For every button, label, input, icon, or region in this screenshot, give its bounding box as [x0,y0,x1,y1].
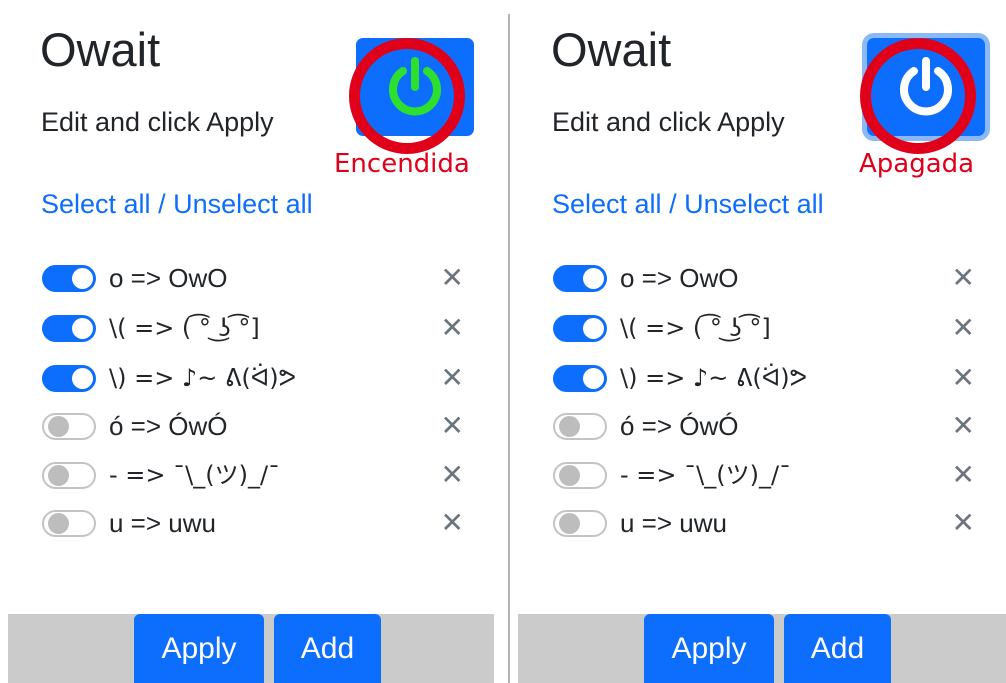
rule-toggle[interactable] [553,315,607,342]
rule-row: \) => ♪~ ᕕ(ᐛ)ᕗ ✕ [553,354,993,402]
rule-text: u => uwu [109,508,216,538]
rule-text: \( => ( ͡° ͜ʖ ͡°] [620,314,771,342]
rule-text: \) => ♪~ ᕕ(ᐛ)ᕗ [109,364,297,392]
rule-text: \) => ♪~ ᕕ(ᐛ)ᕗ [620,364,808,392]
rule-toggle[interactable] [553,462,607,489]
panel-divider [508,14,510,683]
rule-text: ó => ÓwÓ [109,411,228,441]
rule-toggle[interactable] [42,265,96,292]
rule-text: o => OwO [109,263,228,293]
select-all-link[interactable]: Select all [552,189,662,219]
delete-rule-icon[interactable]: ✕ [441,310,464,346]
toggle-knob [48,465,69,486]
add-button[interactable]: Add [784,614,891,683]
delete-rule-icon[interactable]: ✕ [441,408,464,444]
apply-button[interactable]: Apply [134,614,264,683]
delete-rule-icon[interactable]: ✕ [441,260,464,296]
app-title: Owait [551,23,672,76]
rule-row: - => ¯\_(ツ)_/¯ ✕ [42,451,482,499]
highlight-circle [349,38,465,154]
delete-rule-icon[interactable]: ✕ [441,505,464,541]
rule-toggle[interactable] [42,462,96,489]
toggle-knob [559,416,580,437]
footer-bar: Apply Add [8,614,494,683]
highlight-circle [860,38,976,154]
delete-rule-icon[interactable]: ✕ [952,408,975,444]
rule-row: ó => ÓwÓ ✕ [42,402,482,450]
toggle-knob [72,368,93,389]
delete-rule-icon[interactable]: ✕ [952,360,975,396]
toggle-knob [72,318,93,339]
delete-rule-icon[interactable]: ✕ [952,505,975,541]
popup-panel-off: Owait Edit and click Apply Apagada Select a… [511,0,1006,683]
apply-button[interactable]: Apply [644,614,774,683]
delete-rule-icon[interactable]: ✕ [952,260,975,296]
rule-text: - => ¯\_(ツ)_/¯ [109,461,281,489]
delete-rule-icon[interactable]: ✕ [441,360,464,396]
unselect-all-link[interactable]: Unselect all [173,189,313,219]
rule-row: u => uwu ✕ [42,499,482,547]
toggle-knob [583,318,604,339]
rule-toggle[interactable] [42,365,96,392]
selection-links: Select all / Unselect all [41,186,313,222]
footer-bar: Apply Add [518,614,1006,683]
rule-text: \( => ( ͡° ͜ʖ ͡°] [109,314,260,342]
rule-toggle[interactable] [553,510,607,537]
select-all-link[interactable]: Select all [41,189,151,219]
rule-row: \( => ( ͡° ͜ʖ ͡°] ✕ [42,304,482,352]
app-title: Owait [40,23,161,76]
delete-rule-icon[interactable]: ✕ [441,457,464,493]
rule-toggle[interactable] [553,265,607,292]
toggle-knob [583,268,604,289]
rule-toggle[interactable] [42,315,96,342]
popup-panel-on: Owait Edit and click Apply Encendida Select… [0,0,508,683]
rule-row: ó => ÓwÓ ✕ [553,402,993,450]
delete-rule-icon[interactable]: ✕ [952,310,975,346]
rule-row: \( => ( ͡° ͜ʖ ͡°] ✕ [553,304,993,352]
rule-toggle[interactable] [42,510,96,537]
add-button[interactable]: Add [274,614,381,683]
rule-row: u => uwu ✕ [553,499,993,547]
status-annotation: Encendida [334,149,470,179]
rule-row: - => ¯\_(ツ)_/¯ ✕ [553,451,993,499]
unselect-all-link[interactable]: Unselect all [684,189,824,219]
rule-toggle[interactable] [553,413,607,440]
rule-toggle[interactable] [42,413,96,440]
subtitle: Edit and click Apply [552,107,785,137]
link-separator: / [661,189,685,219]
rule-row: \) => ♪~ ᕕ(ᐛ)ᕗ ✕ [42,354,482,402]
selection-links: Select all / Unselect all [552,186,824,222]
toggle-knob [72,268,93,289]
delete-rule-icon[interactable]: ✕ [952,457,975,493]
toggle-knob [559,513,580,534]
toggle-knob [48,416,69,437]
toggle-knob [559,465,580,486]
rule-text: o => OwO [620,263,739,293]
status-annotation: Apagada [859,149,975,179]
rule-text: - => ¯\_(ツ)_/¯ [620,461,792,489]
rule-text: ó => ÓwÓ [620,411,739,441]
toggle-knob [583,368,604,389]
rule-text: u => uwu [620,508,727,538]
toggle-knob [48,513,69,534]
rule-toggle[interactable] [553,365,607,392]
link-separator: / [150,189,174,219]
subtitle: Edit and click Apply [41,107,274,137]
rule-row: o => OwO ✕ [42,254,482,302]
rule-row: o => OwO ✕ [553,254,993,302]
